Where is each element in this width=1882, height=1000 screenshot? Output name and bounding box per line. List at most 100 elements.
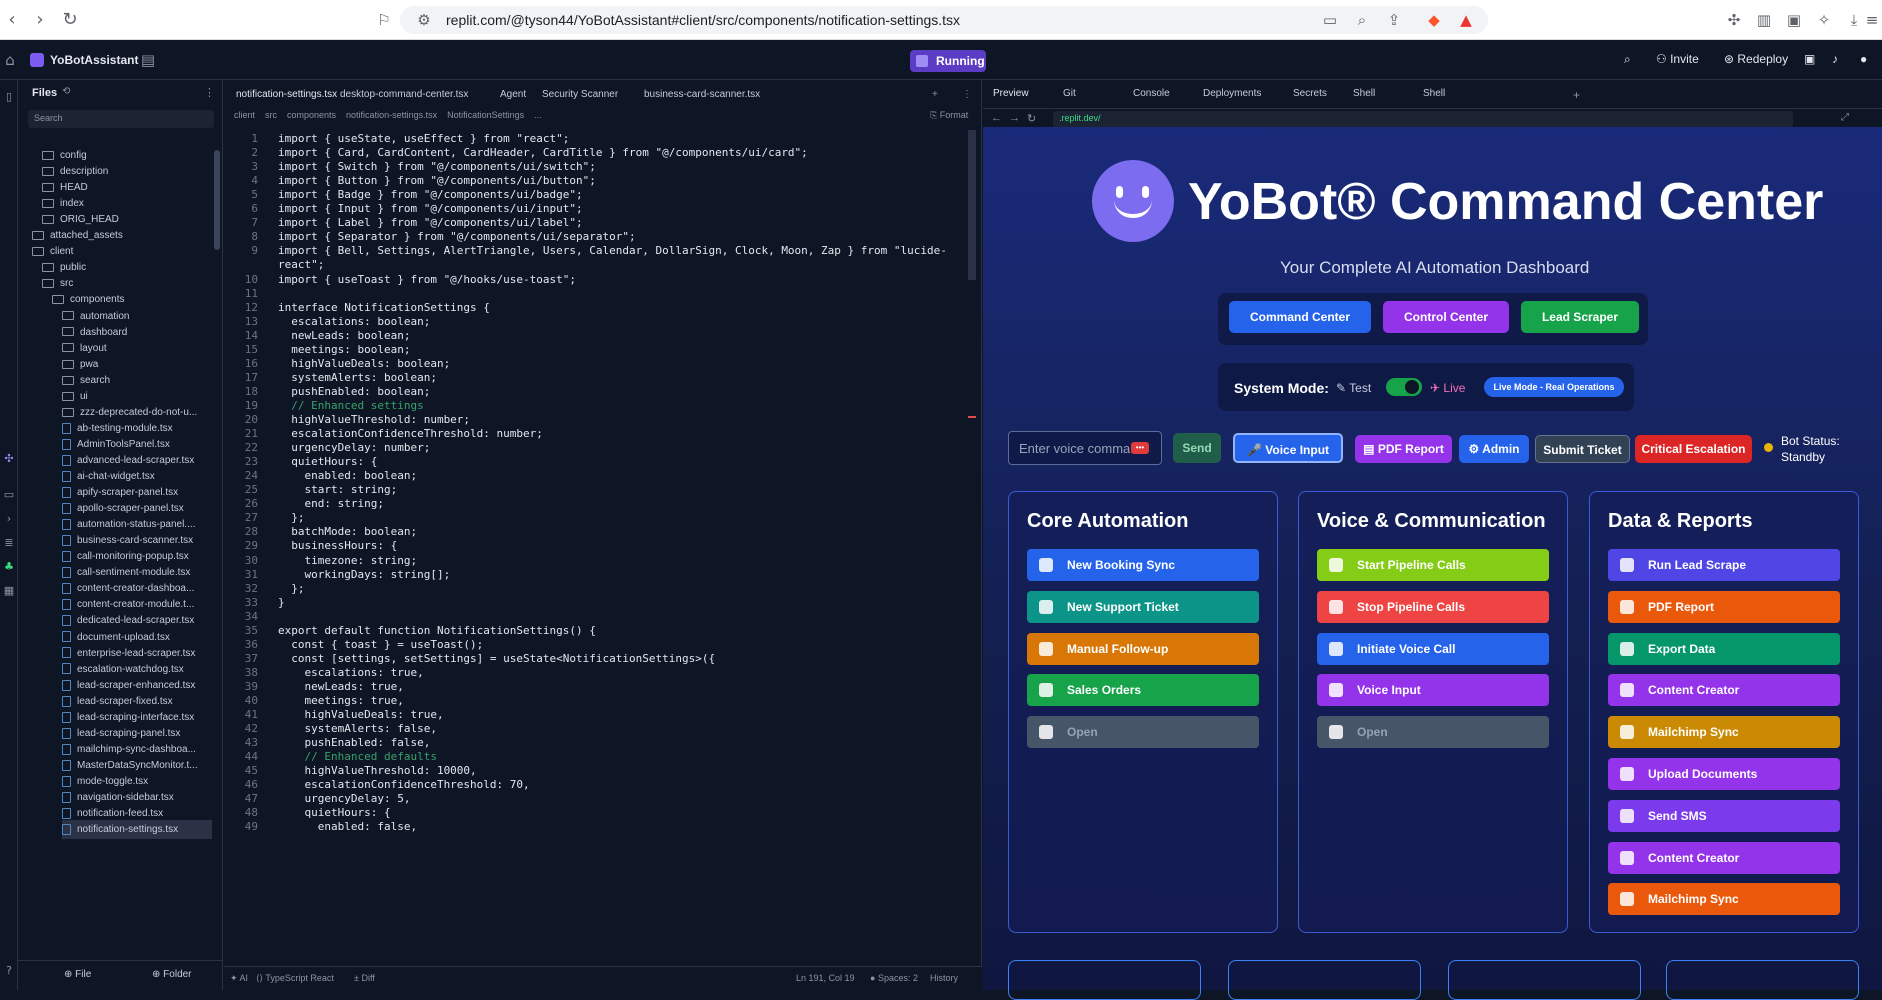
critical-escalation-button[interactable]: Critical Escalation: [1635, 435, 1752, 463]
files-icon[interactable]: ▯: [2, 90, 16, 104]
action-button[interactable]: Initiate Voice Call: [1317, 632, 1549, 665]
breadcrumb-item[interactable]: NotificationSettings: [447, 110, 524, 120]
wallet-icon[interactable]: ▣: [1784, 10, 1804, 30]
forward-icon[interactable]: ›: [28, 8, 52, 32]
invite-button[interactable]: ⚇ Invite: [1656, 52, 1699, 66]
action-button[interactable]: Open: [1027, 716, 1259, 749]
pane-tab[interactable]: Deployments: [1203, 88, 1261, 99]
breadcrumb-item[interactable]: notification-settings.tsx: [346, 110, 437, 120]
action-button[interactable]: Run Lead Scrape: [1608, 549, 1840, 581]
git-icon[interactable]: ♣: [2, 560, 16, 574]
nav-button[interactable]: Control Center: [1383, 301, 1509, 333]
share-icon[interactable]: ⇪: [1384, 10, 1404, 30]
editor-scrollbar[interactable]: [968, 130, 976, 280]
user-avatar[interactable]: ●: [1860, 52, 1867, 66]
menu-icon[interactable]: ≡: [1862, 10, 1882, 30]
project-name[interactable]: YoBotAssistant: [50, 53, 138, 67]
open-new-window-icon[interactable]: ⤢: [1841, 112, 1849, 123]
voice-input-button[interactable]: 🎤 Voice Input: [1233, 433, 1343, 463]
breadcrumb-item[interactable]: src: [265, 110, 277, 120]
breadcrumb-item[interactable]: components: [287, 110, 336, 120]
preview-forward-icon[interactable]: →: [1009, 112, 1020, 124]
help-icon[interactable]: ?: [2, 964, 16, 978]
database-icon[interactable]: ≣: [2, 536, 16, 550]
language-status[interactable]: ⟨⟩ TypeScript React: [256, 973, 334, 984]
preview-icon[interactable]: ▭: [2, 488, 16, 502]
action-button[interactable]: Mailchimp Sync: [1608, 883, 1840, 916]
editor-tab[interactable]: business-card-scanner.tsx: [644, 82, 760, 108]
action-button[interactable]: Stop Pipeline Calls: [1317, 590, 1549, 623]
file-scrollbar[interactable]: [214, 150, 220, 250]
breadcrumb-item[interactable]: ...: [534, 110, 542, 120]
admin-button[interactable]: ⚙ Admin: [1459, 435, 1529, 463]
preview-url-input[interactable]: .replit.dev/: [1053, 111, 1793, 127]
editor-tab[interactable]: Agent: [500, 82, 526, 108]
action-button[interactable]: Voice Input: [1317, 674, 1549, 707]
action-button[interactable]: Upload Documents: [1608, 758, 1840, 790]
console-icon[interactable]: ›: [2, 512, 16, 526]
brave-rewards-icon[interactable]: ▲: [1456, 10, 1476, 30]
redeploy-button[interactable]: ⊛ Redeploy: [1724, 52, 1788, 66]
action-button[interactable]: Manual Follow-up: [1027, 632, 1259, 665]
history-button[interactable]: History: [930, 973, 958, 983]
submit-ticket-button[interactable]: Submit Ticket: [1535, 435, 1630, 463]
action-button[interactable]: Send SMS: [1608, 799, 1840, 832]
send-button[interactable]: Send: [1173, 433, 1221, 463]
more-options-icon[interactable]: ⋮: [204, 86, 215, 99]
editor-tab[interactable]: desktop-command-center.tsx: [340, 82, 468, 108]
history-icon[interactable]: ⟲: [62, 86, 70, 97]
agent-icon[interactable]: ✣: [2, 452, 16, 466]
back-icon[interactable]: ‹: [0, 8, 24, 32]
action-button[interactable]: New Booking Sync: [1027, 549, 1259, 581]
home-icon[interactable]: ⌂: [0, 50, 20, 70]
ellipsis-icon[interactable]: •••: [1131, 442, 1149, 454]
action-button[interactable]: Content Creator: [1608, 674, 1840, 707]
notes-icon[interactable]: ▤: [138, 50, 158, 70]
tab-more-icon[interactable]: ⋮: [962, 82, 972, 108]
mode-toggle[interactable]: [1386, 378, 1422, 396]
new-folder-button[interactable]: ⊕ Folder: [152, 969, 192, 980]
action-button[interactable]: New Support Ticket: [1027, 590, 1259, 623]
diff-status[interactable]: ± Diff: [354, 973, 375, 983]
editor-tab[interactable]: Security Scanner: [542, 82, 618, 108]
add-pane-tab-icon[interactable]: +: [1573, 88, 1580, 102]
extensions-icon[interactable]: ✣: [1724, 10, 1744, 30]
docs-icon[interactable]: ▣: [1804, 52, 1815, 66]
cast-icon[interactable]: ▭: [1320, 10, 1340, 30]
new-file-button[interactable]: ⊕ File: [64, 969, 91, 980]
preview-back-icon[interactable]: ←: [991, 112, 1002, 124]
bell-icon[interactable]: ♪: [1832, 52, 1838, 66]
cursor-position[interactable]: Ln 191, Col 19: [796, 973, 855, 983]
zoom-icon[interactable]: ⌕: [1352, 10, 1372, 30]
action-button[interactable]: Open: [1317, 716, 1549, 749]
breadcrumb-item[interactable]: client: [234, 110, 255, 120]
pane-tab[interactable]: Git: [1063, 88, 1076, 99]
site-settings-icon[interactable]: ⚙: [414, 10, 434, 30]
search-icon[interactable]: ⌕: [1624, 52, 1631, 67]
action-button[interactable]: Export Data: [1608, 632, 1840, 665]
download-icon[interactable]: ⤓: [1844, 10, 1864, 30]
pane-tab[interactable]: Shell: [1423, 88, 1445, 99]
ai-status[interactable]: ✦ AI: [230, 973, 248, 984]
sidebar-icon[interactable]: ▥: [1754, 10, 1774, 30]
add-tab-icon[interactable]: +: [932, 82, 938, 108]
action-button[interactable]: Start Pipeline Calls: [1317, 549, 1549, 581]
file-item[interactable]: notification-settings.tsx: [62, 820, 212, 840]
preview-reload-icon[interactable]: ↻: [1027, 112, 1036, 125]
bookmark-icon[interactable]: ⚐: [374, 10, 394, 30]
nav-button[interactable]: Lead Scraper: [1521, 301, 1639, 333]
address-bar[interactable]: ⚙ replit.com/@tyson44/YoBotAssistant#cli…: [400, 6, 1488, 34]
pane-tab[interactable]: Console: [1133, 88, 1170, 99]
run-button[interactable]: Running: [910, 50, 986, 72]
apps-icon[interactable]: ▦: [2, 584, 16, 598]
pane-tab[interactable]: Preview: [993, 88, 1029, 99]
action-button[interactable]: Content Creator: [1608, 841, 1840, 874]
pane-tab[interactable]: Secrets: [1293, 88, 1327, 99]
pdf-report-button[interactable]: ▤ PDF Report: [1355, 435, 1452, 463]
action-button[interactable]: Sales Orders: [1027, 674, 1259, 707]
indent-status[interactable]: ● Spaces: 2: [870, 973, 918, 983]
action-button[interactable]: Mailchimp Sync: [1608, 716, 1840, 749]
pane-tab[interactable]: Shell: [1353, 88, 1375, 99]
brave-shield-icon[interactable]: ◆: [1424, 10, 1444, 30]
format-button[interactable]: ⎘ Format: [930, 110, 968, 121]
